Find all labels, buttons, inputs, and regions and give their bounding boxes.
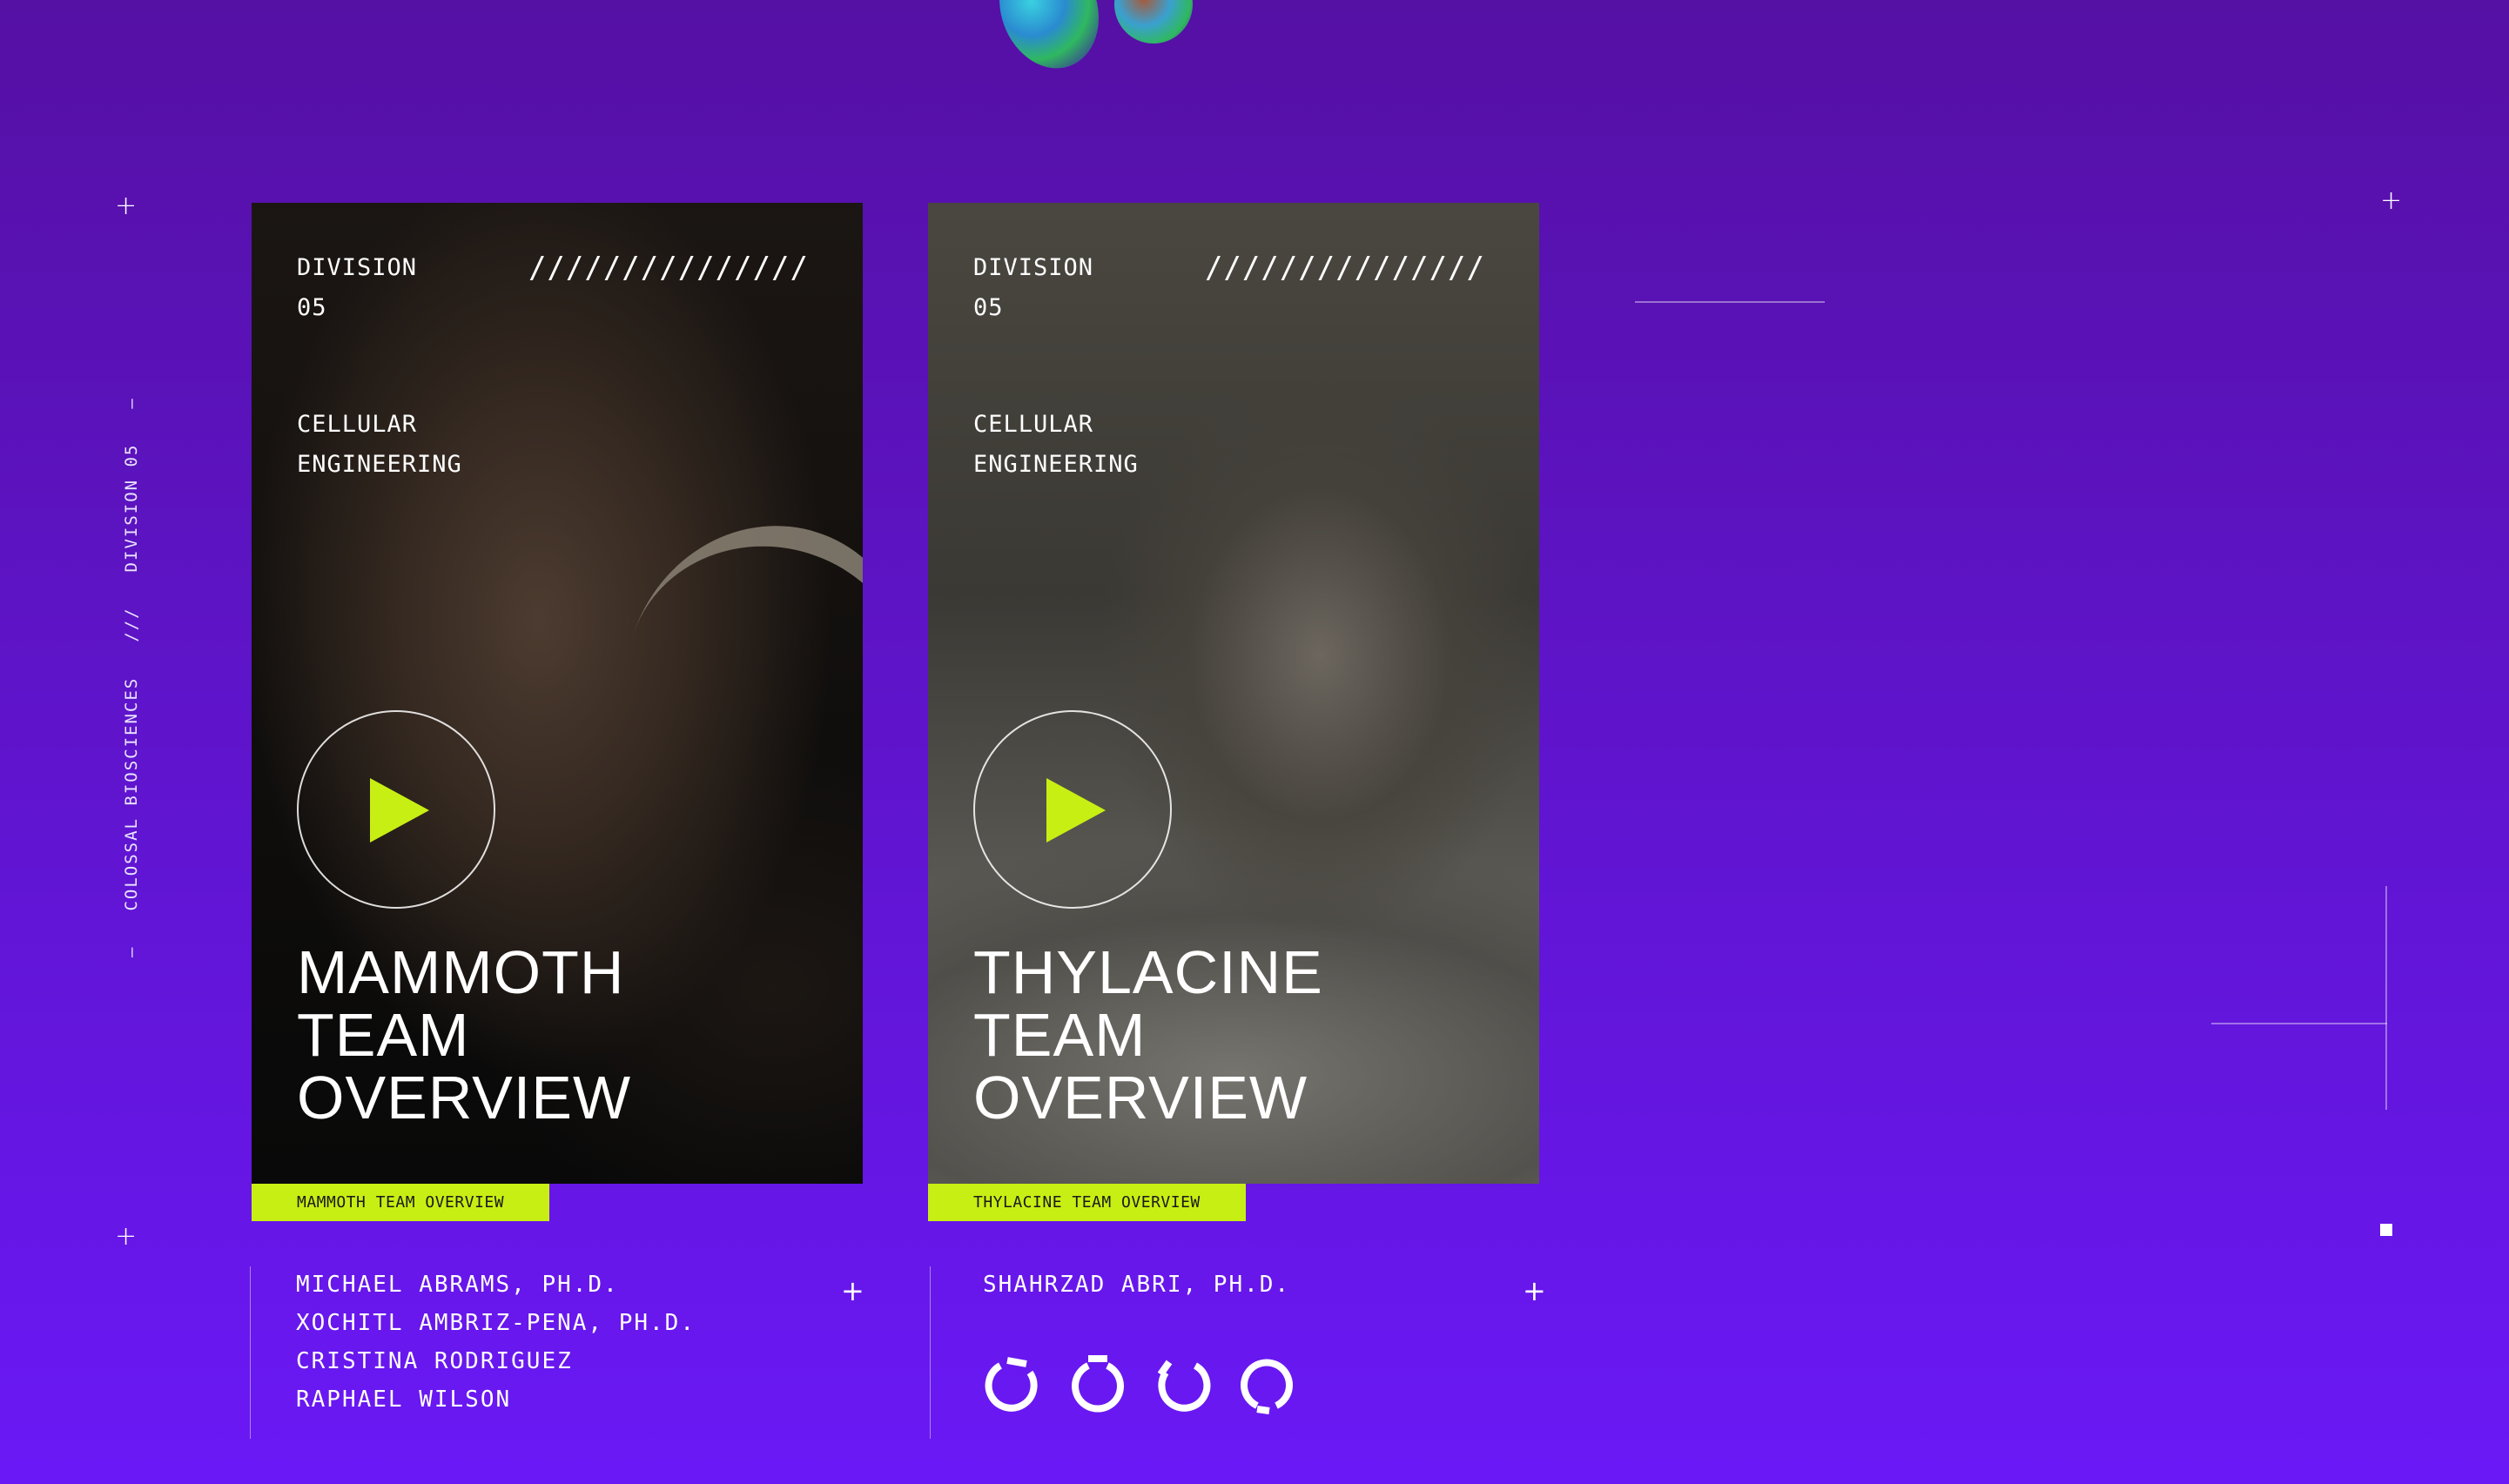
mammoth-tusk-shape (585, 487, 863, 872)
corner-plus-icon: + (2380, 185, 2403, 216)
play-button[interactable] (973, 710, 1172, 909)
decorative-blob (1105, 0, 1202, 53)
card-slashes: /////////////// (528, 251, 809, 285)
card-slashes: /////////////// (1204, 251, 1485, 285)
card-title: MAMMOTH TEAM OVERVIEW (297, 938, 632, 1131)
card-category: CELLULAR ENGINEERING (297, 405, 462, 485)
expand-plus-icon[interactable]: + (1523, 1277, 1546, 1305)
member-list: SHAHRZAD ABRI, PH.D. (983, 1266, 1290, 1305)
corner-plus-icon: + (115, 1221, 138, 1252)
loader-icon (1072, 1355, 1124, 1413)
division-number: 05 (297, 294, 327, 321)
sidebar-label: — COLOSSAL BIOSCIENCES /// DIVISION 05 — (122, 397, 141, 957)
member-block: MICHAEL ABRAMS, PH.D. XOCHITL AMBRIZ-PEN… (250, 1266, 864, 1439)
category-line: ENGINEERING (973, 451, 1139, 478)
member-name: CRISTINA RODRIGUEZ (296, 1348, 573, 1374)
member-block: SHAHRZAD ABRI, PH.D. + (930, 1266, 1546, 1439)
expand-plus-icon[interactable]: + (841, 1277, 864, 1305)
decorative-blob (983, 0, 1115, 83)
category-line: CELLULAR (297, 411, 418, 438)
loader-icon (985, 1357, 1038, 1412)
division-number: 05 (973, 294, 1004, 321)
card-division: DIVISION 05 (973, 248, 1093, 328)
sidebar-brand: COLOSSAL BIOSCIENCES (122, 676, 141, 911)
loader-icon (1157, 1360, 1211, 1412)
card-tag[interactable]: THYLACINE TEAM OVERVIEW (928, 1184, 1246, 1221)
member-name: MICHAEL ABRAMS, PH.D. (296, 1272, 619, 1298)
member-name: RAPHAEL WILSON (296, 1387, 512, 1413)
corner-square-icon (2380, 1224, 2392, 1236)
team-card-mammoth[interactable]: DIVISION 05 /////////////// CELLULAR ENG… (252, 203, 863, 1184)
card-title: THYLACINE TEAM OVERVIEW (973, 938, 1323, 1131)
category-line: CELLULAR (973, 411, 1094, 438)
card-tag[interactable]: MAMMOTH TEAM OVERVIEW (252, 1184, 550, 1221)
sidebar-separator: /// (122, 607, 141, 642)
division-label: DIVISION (973, 254, 1094, 281)
member-name: SHAHRZAD ABRI, PH.D. (983, 1272, 1291, 1298)
member-name: XOCHITL AMBRIZ-PENA, PH.D. (296, 1310, 696, 1336)
play-button[interactable] (297, 710, 495, 909)
member-list: MICHAEL ABRAMS, PH.D. XOCHITL AMBRIZ-PEN… (296, 1266, 696, 1420)
card-category: CELLULAR ENGINEERING (973, 405, 1139, 485)
loader-icon (1241, 1359, 1293, 1414)
card-division: DIVISION 05 (297, 248, 417, 328)
play-icon (370, 778, 429, 843)
divider-line (2385, 886, 2387, 1110)
team-card-thylacine[interactable]: DIVISION 05 /////////////// CELLULAR ENG… (928, 203, 1539, 1184)
loader-group (983, 1353, 1297, 1414)
divider-line (2211, 1023, 2387, 1024)
sidebar-division: DIVISION 05 (122, 443, 141, 573)
category-line: ENGINEERING (297, 451, 462, 478)
division-label: DIVISION (297, 254, 418, 281)
divider-line (1635, 301, 1825, 303)
sidebar-tick: — (122, 945, 141, 957)
sidebar-tick: — (122, 397, 141, 409)
corner-plus-icon: + (115, 191, 138, 221)
play-icon (1046, 778, 1106, 843)
